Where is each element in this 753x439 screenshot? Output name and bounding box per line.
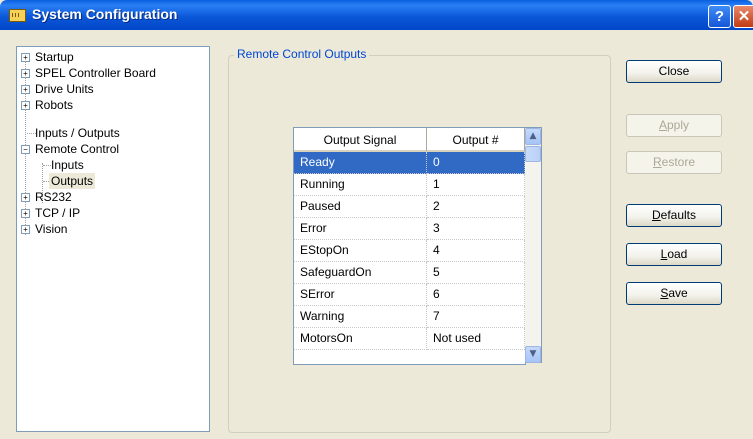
restore-button[interactable]: Restore bbox=[626, 151, 722, 174]
defaults-button[interactable]: Defaults bbox=[626, 204, 722, 227]
expand-icon[interactable]: + bbox=[21, 85, 30, 94]
column-header-output-number[interactable]: Output # bbox=[427, 128, 525, 152]
tree-item-label: Vision bbox=[35, 222, 68, 236]
output-cell[interactable]: 3 bbox=[427, 218, 525, 240]
apply-rest: pply bbox=[667, 118, 690, 132]
window-title: System Configuration bbox=[32, 6, 178, 22]
tree-item-label: Drive Units bbox=[35, 82, 94, 96]
load-rest: oad bbox=[667, 247, 688, 261]
table-row[interactable]: SError 6 bbox=[294, 284, 525, 306]
close-button[interactable]: Close bbox=[626, 60, 722, 83]
table-row[interactable]: Running 1 bbox=[294, 174, 525, 196]
vertical-scrollbar[interactable]: ▲ ▼ bbox=[525, 127, 542, 363]
signal-cell[interactable]: EStopOn bbox=[294, 240, 427, 262]
signal-cell[interactable]: SError bbox=[294, 284, 427, 306]
apply-button[interactable]: Apply bbox=[626, 114, 722, 137]
tree-item-label: SPEL Controller Board bbox=[35, 66, 156, 80]
table-row[interactable]: Paused 2 bbox=[294, 196, 525, 218]
tree-item-label: Outputs bbox=[51, 174, 94, 188]
signal-cell[interactable]: Paused bbox=[294, 196, 427, 218]
collapse-icon[interactable]: − bbox=[21, 145, 30, 154]
table-row[interactable]: Error 3 bbox=[294, 218, 525, 240]
table-row[interactable]: Warning 7 bbox=[294, 306, 525, 328]
defaults-rest: efaults bbox=[660, 208, 697, 222]
tree-item-inputs-outputs[interactable]: Inputs / Outputs bbox=[35, 125, 120, 141]
tree-item-label: Startup bbox=[35, 50, 74, 64]
close-window-button[interactable]: ✕ bbox=[733, 5, 753, 28]
tree-item-outputs[interactable]: Outputs bbox=[49, 173, 96, 189]
defaults-mnemonic: D bbox=[651, 208, 661, 222]
table-row[interactable]: EStopOn 4 bbox=[294, 240, 525, 262]
signal-cell[interactable]: Running bbox=[294, 174, 427, 196]
scroll-thumb[interactable] bbox=[525, 146, 541, 162]
tree-item-label: TCP / IP bbox=[35, 206, 81, 220]
tree-item-inputs[interactable]: Inputs bbox=[51, 157, 84, 173]
system-configuration-dialog: System Configuration ? ✕ + Startup + SPE… bbox=[0, 0, 753, 439]
keyboard-icon bbox=[9, 9, 26, 22]
signal-cell[interactable]: MotorsOn bbox=[294, 328, 427, 350]
restore-rest: estore bbox=[661, 155, 696, 169]
signal-cell[interactable]: Warning bbox=[294, 306, 427, 328]
tree-item-label: RS232 bbox=[35, 190, 72, 204]
load-button[interactable]: Load bbox=[626, 243, 722, 266]
expand-icon[interactable]: + bbox=[21, 193, 30, 202]
output-cell[interactable]: 6 bbox=[427, 284, 525, 306]
signal-cell[interactable]: SafeguardOn bbox=[294, 262, 427, 284]
scroll-up-icon[interactable]: ▲ bbox=[525, 128, 541, 145]
output-cell[interactable]: 0 bbox=[427, 152, 525, 174]
expand-icon[interactable]: + bbox=[21, 53, 30, 62]
tree-item-label: Inputs / Outputs bbox=[35, 126, 120, 140]
help-button[interactable]: ? bbox=[708, 5, 731, 28]
table-row[interactable]: Ready 0 bbox=[294, 152, 525, 174]
signal-cell[interactable]: Error bbox=[294, 218, 427, 240]
apply-mnemonic: A bbox=[658, 118, 667, 132]
output-cell[interactable]: Not used bbox=[427, 328, 525, 350]
save-rest: ave bbox=[668, 286, 688, 300]
tree-line bbox=[43, 165, 51, 166]
save-button[interactable]: Save bbox=[626, 282, 722, 305]
title-bar[interactable]: System Configuration ? ✕ bbox=[0, 0, 753, 30]
signal-cell[interactable]: Ready bbox=[294, 152, 427, 174]
tree-item-label: Inputs bbox=[51, 158, 84, 172]
outputs-grid[interactable]: Output Signal Output # Ready 0 Running 1… bbox=[293, 127, 526, 365]
tree-item-label: Remote Control bbox=[35, 142, 120, 156]
output-cell[interactable]: 7 bbox=[427, 306, 525, 328]
table-row[interactable]: MotorsOn Not used bbox=[294, 328, 525, 350]
expand-icon[interactable]: + bbox=[21, 209, 30, 218]
expand-icon[interactable]: + bbox=[21, 69, 30, 78]
output-cell[interactable]: 1 bbox=[427, 174, 525, 196]
output-cell[interactable]: 2 bbox=[427, 196, 525, 218]
tree-item-label: Robots bbox=[35, 98, 74, 112]
restore-mnemonic: R bbox=[652, 155, 662, 169]
table-row[interactable]: SafeguardOn 5 bbox=[294, 262, 525, 284]
scroll-down-icon[interactable]: ▼ bbox=[525, 346, 541, 363]
output-cell[interactable]: 4 bbox=[427, 240, 525, 262]
group-label: Remote Control Outputs bbox=[234, 47, 370, 61]
column-header-output-signal[interactable]: Output Signal bbox=[294, 128, 427, 152]
output-cell[interactable]: 5 bbox=[427, 262, 525, 284]
expand-icon[interactable]: + bbox=[21, 225, 30, 234]
config-tree[interactable]: + Startup + SPEL Controller Board + Driv… bbox=[16, 46, 210, 432]
expand-icon[interactable]: + bbox=[21, 101, 30, 110]
